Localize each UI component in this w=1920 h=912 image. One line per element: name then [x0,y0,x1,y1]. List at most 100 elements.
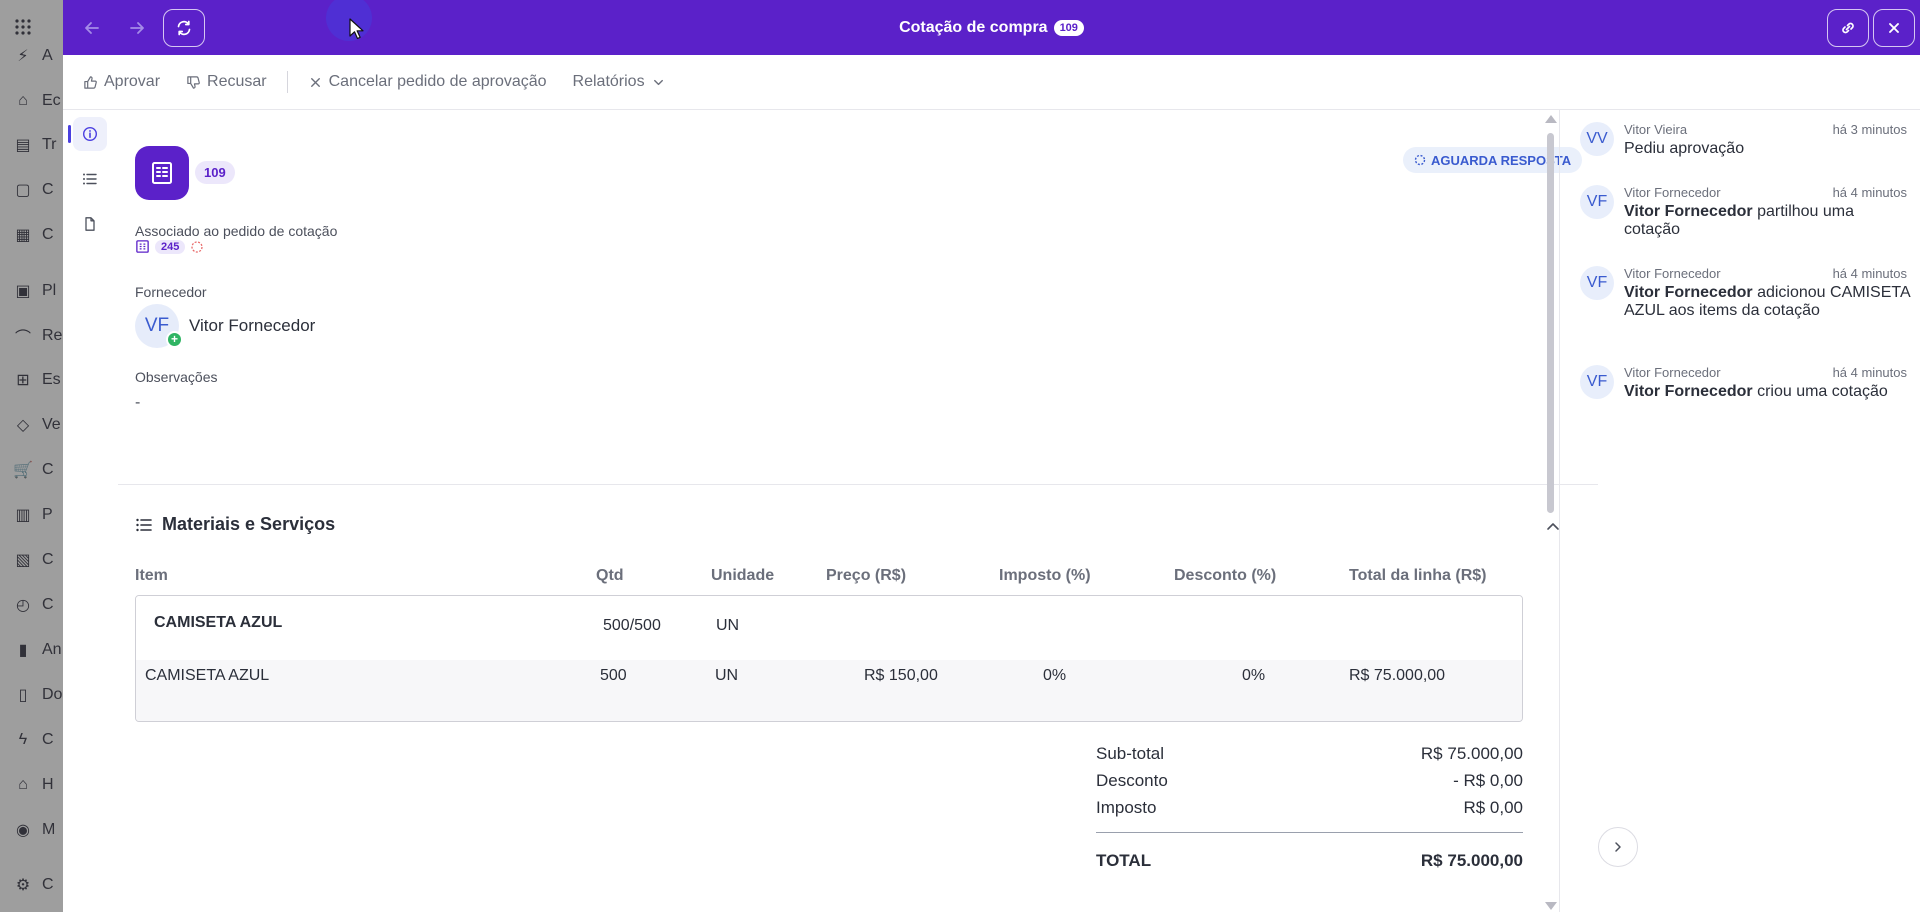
column-header-discount: Desconto (%) [1174,567,1277,584]
reports-dropdown[interactable]: Relatórios [573,73,666,91]
tax-row: Imposto R$ 0,00 [1096,798,1523,818]
status-badge: AGUARDA RESPOSTA [1403,147,1583,173]
associated-label: Associado ao pedido de cotação [135,223,338,239]
activity-user: Vitor Fornecedor [1624,365,1721,380]
discount-value: - R$ 0,00 [1453,771,1523,790]
row-line-total: R$ 75.000,00 [1349,667,1446,684]
quote-details: 109 AGUARDA RESPOSTA Associado ao pedido… [118,110,1598,912]
activity-item: VV Vitor Vieira há 3 minutos Pediu aprov… [1560,110,1920,172]
activity-actor: Vitor Fornecedor [1624,203,1753,220]
chevron-down-icon [653,79,663,85]
activity-message: Pediu aprovação [1624,140,1745,157]
list-icon [136,518,152,531]
arrow-right-icon [130,22,144,34]
title-number-badge: 109 [1053,19,1084,36]
supplier-info[interactable]: VF + Vitor Fornecedor [135,304,315,348]
avatar: VV [1580,122,1614,156]
activity-panel: VV Vitor Vieira há 3 minutos Pediu aprov… [1559,110,1920,912]
activity-user: Vitor Fornecedor [1624,266,1721,281]
row-tax: 0% [1043,667,1067,684]
approve-button[interactable]: Aprovar [83,73,160,91]
activity-message: criou uma cotação [1752,383,1888,400]
activity-text: Vitor Fornecedor criou uma cotação [1624,383,1914,401]
tab-documents[interactable] [73,207,107,241]
column-header-item: Item [135,567,168,584]
section-nav [63,110,113,912]
activity-text: Pediu aprovação [1624,140,1914,158]
tab-info[interactable] [68,117,107,151]
pending-spinner-icon [1414,154,1426,166]
back-button[interactable] [71,9,113,47]
avatar: VF [1580,185,1614,219]
group-qty: 500/500 [603,617,661,634]
activity-time: há 3 minutos [1832,122,1907,137]
row-qty: 500 [600,667,627,684]
open-link-button[interactable] [1827,9,1869,47]
tab-items[interactable] [73,162,107,196]
reports-label: Relatórios [572,73,645,90]
plus-circle-icon: + [166,331,183,348]
activity-item: VF Vitor Fornecedor há 4 minutos Vitor F… [1560,173,1920,253]
section-divider [118,484,1598,485]
avatar: VF [1580,266,1614,300]
refuse-button[interactable]: Recusar [186,73,267,91]
activity-user: Vitor Vieira [1624,122,1688,137]
scroll-up-arrow-icon[interactable] [1545,115,1557,123]
total-label: TOTAL [1096,851,1152,870]
associated-request-link[interactable]: 245 [135,239,204,254]
item-group-row[interactable]: CAMISETA AZUL 500/500 UN [136,596,1522,660]
close-button[interactable] [1873,9,1915,47]
supplier-label: Fornecedor [135,284,207,300]
row-unit: UN [715,667,739,684]
refresh-icon [177,20,191,36]
thumbs-up-icon [84,75,97,89]
discount-row: Desconto - R$ 0,00 [1096,771,1523,791]
subtotal-label: Sub-total [1096,744,1165,763]
list-icon [83,173,97,185]
approve-label: Aprovar [104,73,161,90]
discount-label: Desconto [1096,771,1168,790]
row-price: R$ 150,00 [864,667,938,684]
column-header-price: Preço (R$) [826,567,907,584]
activity-time: há 4 minutos [1832,266,1907,281]
cancel-approval-button[interactable]: Cancelar pedido de aprovação [308,73,547,91]
totals-divider [1096,832,1523,833]
forward-button[interactable] [116,9,158,47]
activity-text: Vitor Fornecedor partilhou uma cotação [1624,203,1914,239]
supplier-name: Vitor Fornecedor [189,316,316,335]
row-item: CAMISETA AZUL [145,667,270,684]
avatar: VF [1580,365,1614,399]
activity-actor: Vitor Fornecedor [1624,284,1753,301]
row-discount: 0% [1242,667,1266,684]
pending-status-icon [191,240,204,253]
info-icon [82,126,98,142]
activity-text: Vitor Fornecedor adicionou CAMISETA AZUL… [1624,284,1914,320]
refresh-button[interactable] [163,9,205,47]
x-icon [310,77,320,87]
subtotal-row: Sub-total R$ 75.000,00 [1096,744,1523,764]
cancel-approval-label: Cancelar pedido de aprovação [328,73,547,90]
quote-document-icon [135,146,189,200]
column-header-unit: Unidade [711,567,775,584]
supplier-avatar: VF + [135,304,183,348]
supplier-initials: VF [144,315,170,336]
total-row: TOTAL R$ 75.000,00 [1096,851,1523,871]
modal-title-text: Cotação de compra [899,18,1048,36]
scroll-down-arrow-icon[interactable] [1545,902,1557,910]
activity-item: VF Vitor Fornecedor há 4 minutos Vitor F… [1560,254,1920,352]
mouse-pointer-icon [349,18,364,40]
notes-value: - [135,394,141,411]
close-icon [1889,23,1899,33]
total-value: R$ 75.000,00 [1420,851,1523,870]
activity-actor: Vitor Fornecedor [1624,383,1753,400]
materials-section-header: Materiais e Serviços [135,514,335,535]
activity-time: há 4 minutos [1832,365,1907,380]
column-header-line-total: Total da linha (R$) [1349,567,1487,584]
request-document-icon [136,240,149,253]
quote-number-badge: 109 [195,161,235,184]
table-row[interactable]: CAMISETA AZUL 500 UN R$ 150,00 0% 0% R$ … [136,660,1522,721]
action-toolbar: Aprovar Recusar Cancelar pedido de aprov… [63,55,1920,110]
scroll-thumb[interactable] [1547,133,1554,513]
main-scrollbar[interactable] [1545,115,1557,912]
column-header-tax: Imposto (%) [999,567,1091,584]
